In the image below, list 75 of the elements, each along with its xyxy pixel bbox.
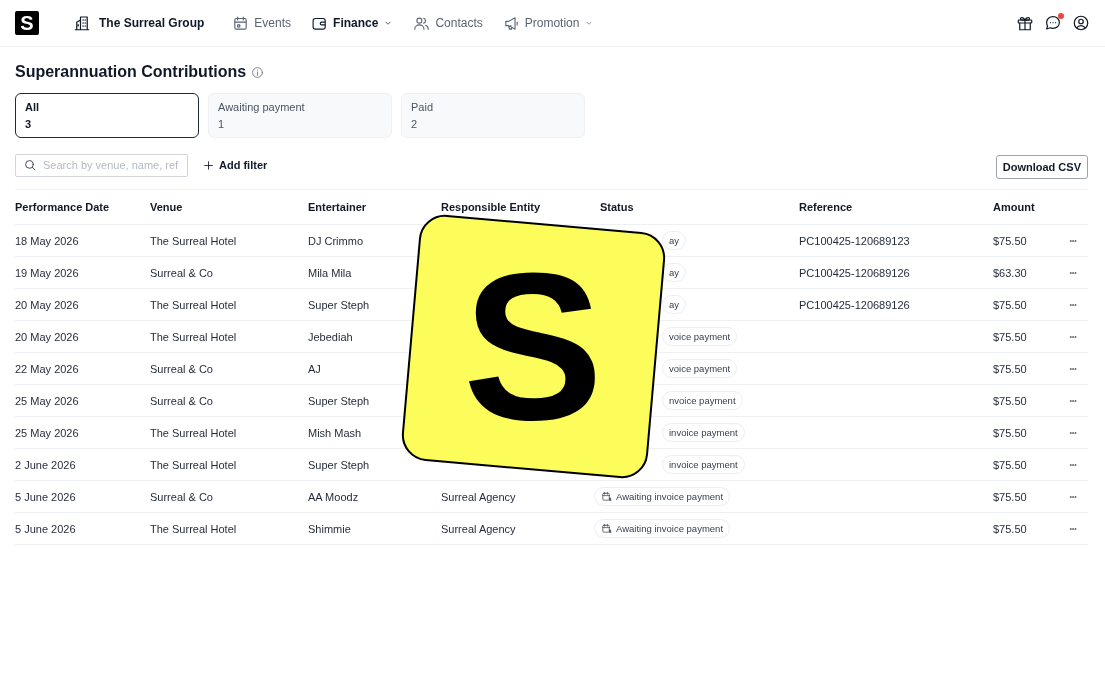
table-cell: 18 May 2026	[15, 234, 79, 247]
table-cell: PC100425-120689126	[799, 298, 910, 311]
download-csv-button[interactable]: Download CSV	[995, 155, 1088, 179]
nav-item[interactable]: Contacts	[413, 14, 483, 32]
table-cell: $75.50	[993, 234, 1027, 247]
table-cell: 25 May 2026	[15, 394, 79, 407]
table-cell: $75.50	[993, 330, 1027, 343]
column-header: Venue	[150, 201, 184, 213]
nav-item[interactable]: Events	[232, 14, 292, 32]
filter-tab[interactable]: Paid 2	[401, 93, 585, 138]
table-cell: DJ Crimmo	[308, 234, 363, 247]
table-cell: Surreal & Co	[150, 490, 213, 503]
sticker-letter: S	[463, 241, 604, 452]
table-cell: $75.50	[993, 362, 1027, 375]
table-cell: PC100425-120689126	[799, 266, 910, 279]
logo[interactable]: S	[15, 11, 39, 35]
gift-icon[interactable]	[1016, 14, 1034, 32]
table-cell: PC100425-120689123	[799, 234, 910, 247]
table-cell: $63.30	[993, 266, 1027, 279]
nav-item[interactable]: Promotion	[502, 14, 595, 32]
table-cell: Super Steph	[308, 394, 370, 407]
table-cell: AJ	[308, 362, 321, 375]
table-cell: Super Steph	[308, 298, 370, 311]
table-cell: $75.50	[993, 490, 1027, 503]
column-header: Entertainer	[308, 201, 368, 213]
table-cell: Shimmie	[308, 522, 351, 535]
table-cell: 2 June 2026	[15, 458, 76, 471]
filter-tab[interactable]: All 3	[15, 93, 199, 138]
table-cell: Surreal & Co	[150, 394, 213, 407]
table-cell: 5 June 2026	[15, 522, 76, 535]
table-cell: Surreal & Co	[150, 266, 213, 279]
megaphone-icon	[502, 14, 520, 32]
table-cell: $75.50	[993, 458, 1027, 471]
table-cell: $75.50	[993, 522, 1027, 535]
table-cell: The Surreal Hotel	[150, 330, 237, 343]
column-header: Amount	[993, 201, 1036, 213]
table-cell: The Surreal Hotel	[150, 426, 237, 439]
table-cell: Surreal Agency	[441, 490, 516, 503]
building-icon	[73, 14, 91, 32]
table-cell: 19 May 2026	[15, 266, 79, 279]
table-cell: AA Moodz	[308, 490, 359, 503]
calendar-icon	[232, 14, 250, 32]
table-cell: Jebediah	[308, 330, 353, 343]
column-header: Reference	[799, 201, 854, 213]
table-cell: $75.50	[993, 394, 1027, 407]
chat-icon[interactable]	[1044, 14, 1062, 32]
column-header: Performance Date	[15, 201, 111, 213]
user-icon[interactable]	[1072, 14, 1090, 32]
nav-item[interactable]: Finance	[311, 14, 394, 32]
page-title: Superannuation Contributions	[15, 63, 247, 81]
add-filter-button[interactable]: Add filter	[202, 158, 268, 172]
table-cell: Surreal Agency	[441, 522, 516, 535]
table-cell: 20 May 2026	[15, 330, 79, 343]
table-cell: $75.50	[993, 426, 1027, 439]
column-header: Responsible Entity	[441, 201, 542, 213]
table-cell: Surreal & Co	[150, 362, 213, 375]
table-cell: 22 May 2026	[15, 362, 79, 375]
search-field[interactable]: Search by venue, name, ref	[15, 153, 188, 177]
table-cell: Mila Mila	[308, 266, 352, 279]
table-cell: The Surreal Hotel	[150, 298, 237, 311]
info-icon	[251, 65, 265, 79]
table-cell: The Surreal Hotel	[150, 458, 237, 471]
table-cell: 25 May 2026	[15, 426, 79, 439]
plus-icon	[202, 158, 215, 172]
search-icon	[23, 158, 37, 172]
table-cell: The Surreal Hotel	[150, 234, 237, 247]
table-cell: 5 June 2026	[15, 490, 76, 503]
table-cell: $75.50	[993, 298, 1027, 311]
column-header: Status	[600, 201, 635, 213]
table-cell: Mish Mash	[308, 426, 362, 439]
table-cell: The Surreal Hotel	[150, 522, 237, 535]
table-cell: Super Steph	[308, 458, 370, 471]
filter-tab[interactable]: Awaiting payment 1	[208, 93, 392, 138]
table-cell: 20 May 2026	[15, 298, 79, 311]
org-switcher[interactable]: The Surreal Group	[73, 14, 205, 32]
